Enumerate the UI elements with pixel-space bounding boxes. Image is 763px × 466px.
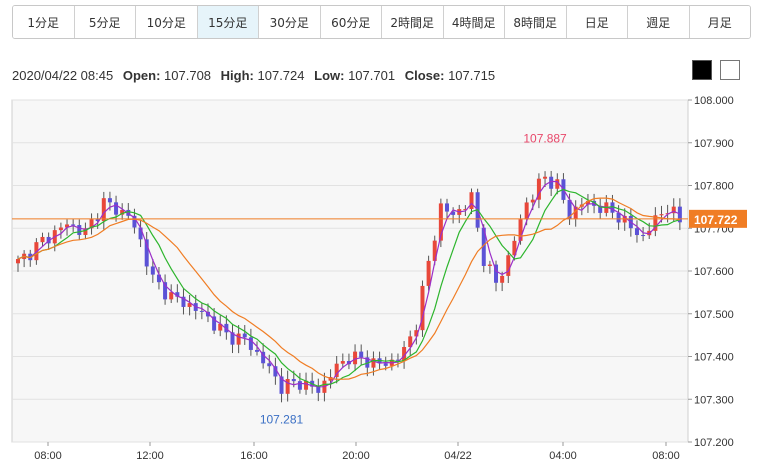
candle-body [285, 378, 290, 394]
y-tick-label: 107.900 [694, 138, 734, 150]
candle-body [359, 351, 364, 358]
ohlc-close-value: 107.715 [448, 68, 496, 83]
x-tick-label: 20:00 [342, 450, 370, 462]
ohlc-high-value: 107.724 [257, 68, 305, 83]
ohlc-open-value: 107.708 [164, 68, 212, 83]
ohlc-low-value: 107.701 [348, 68, 396, 83]
timeframe-tab-1[interactable]: 5分足 [74, 6, 136, 38]
candle-body [255, 349, 260, 352]
timeframe-tabs: 1分足 5分足 10分足 15分足 30分足 60分足 2時間足 4時間足 8時間足 日足 週足 月足 [12, 5, 751, 39]
x-tick-label: 04/22 [444, 450, 472, 462]
candle-body [236, 333, 241, 345]
candle-body [169, 292, 174, 300]
timeframe-tab-3[interactable]: 15分足 [197, 6, 259, 38]
ohlc-low-label: Low: [314, 68, 345, 83]
candle-body [444, 203, 449, 212]
high-annotation: 107.887 [523, 131, 567, 145]
y-tick-label: 107.400 [694, 352, 734, 364]
timeframe-tab-9[interactable]: 日足 [566, 6, 628, 38]
candle-body [641, 235, 646, 237]
light-theme-toggle[interactable] [720, 60, 740, 80]
candle-body [107, 198, 112, 203]
candle-body [506, 255, 511, 276]
y-tick-label: 107.600 [694, 266, 734, 278]
candle-body [242, 333, 247, 338]
y-tick-label: 107.500 [694, 309, 734, 321]
timeframe-tab-8[interactable]: 8時間足 [505, 6, 567, 38]
timeframe-tab-4[interactable]: 30分足 [259, 6, 321, 38]
candle-body [101, 198, 106, 222]
ohlc-readout: 2020/04/22 08:45 Open: 107.708 High: 107… [12, 68, 501, 83]
timeframe-tab-10[interactable]: 週足 [628, 6, 690, 38]
timeframe-tab-6[interactable]: 2時間足 [382, 6, 444, 38]
candle-body [426, 260, 431, 286]
timeframe-tab-2[interactable]: 10分足 [136, 6, 198, 38]
candle-body [530, 199, 535, 203]
ohlc-high-label: High: [220, 68, 254, 83]
candle-body [543, 176, 548, 179]
candle-body [199, 310, 204, 312]
candle-body [353, 351, 358, 365]
candle-body [114, 202, 119, 215]
candle-body [16, 259, 20, 264]
candle-body [371, 358, 376, 368]
ohlc-open-label: Open: [122, 68, 161, 83]
candle-body [469, 192, 474, 210]
y-tick-label: 108.000 [694, 95, 734, 107]
candle-body [297, 381, 302, 390]
y-tick-label: 107.200 [694, 437, 734, 449]
timeframe-tab-0[interactable]: 1分足 [13, 6, 75, 38]
candle-body [340, 361, 345, 364]
candle-body [58, 227, 63, 231]
candle-body [150, 266, 155, 275]
candle-body [487, 264, 492, 266]
dark-theme-toggle[interactable] [692, 60, 712, 80]
current-price-label: 107.722 [694, 213, 738, 227]
candlestick-chart[interactable]: 108.000107.900107.800107.700107.600107.5… [0, 90, 763, 466]
x-tick-label: 04:00 [549, 450, 577, 462]
timeframe-tab-11[interactable]: 月足 [689, 6, 750, 38]
x-tick-label: 08:00 [652, 450, 680, 462]
candle-body [659, 214, 664, 216]
x-tick-label: 16:00 [240, 450, 268, 462]
low-annotation: 107.281 [260, 412, 304, 426]
timeframe-tab-5[interactable]: 60分足 [320, 6, 382, 38]
timeframe-tab-7[interactable]: 4時間足 [443, 6, 505, 38]
candle-body [383, 363, 388, 366]
candle-body [634, 228, 639, 236]
candle-body [291, 378, 296, 382]
ohlc-datetime: 2020/04/22 08:45 [12, 68, 114, 83]
candle-body [77, 225, 82, 235]
y-tick-label: 107.300 [694, 394, 734, 406]
y-tick-label: 107.800 [694, 181, 734, 193]
ohlc-close-label: Close: [404, 68, 445, 83]
x-tick-label: 08:00 [34, 450, 62, 462]
candle-body [40, 236, 45, 243]
x-tick-label: 12:00 [136, 450, 164, 462]
candle-body [267, 363, 272, 367]
candle-body [138, 227, 143, 240]
candle-body [500, 275, 505, 283]
candle-body [316, 386, 321, 393]
